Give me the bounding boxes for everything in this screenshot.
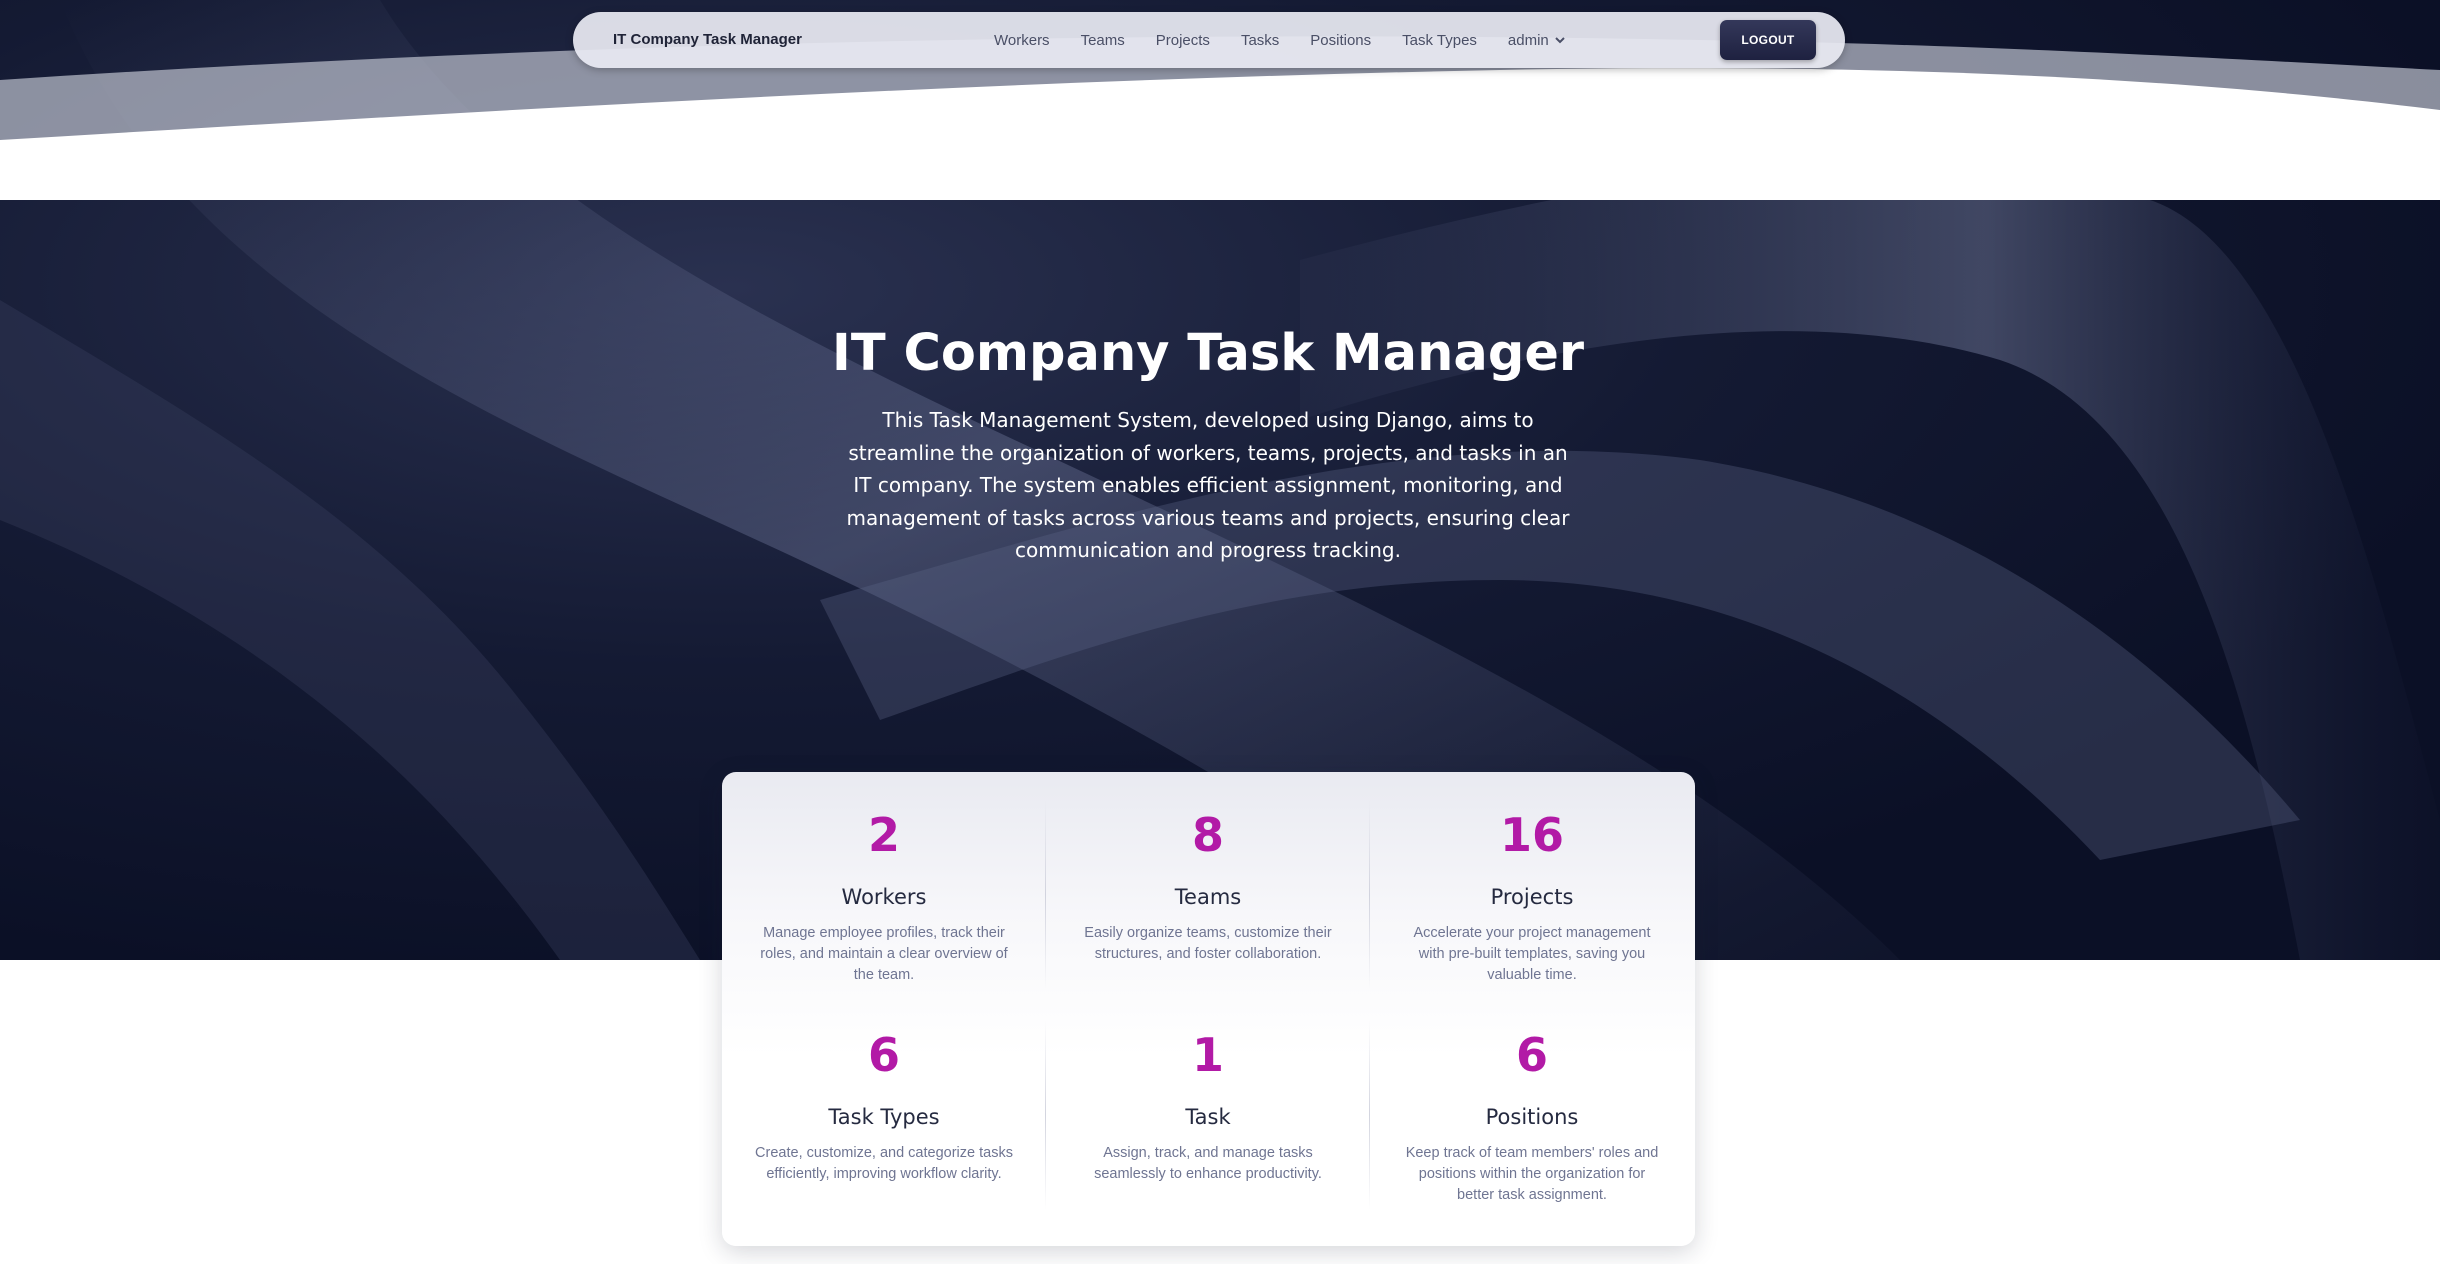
nav-link-tasks[interactable]: Tasks <box>1241 32 1279 49</box>
stat-value: 8 <box>1191 808 1224 862</box>
nav-link-teams[interactable]: Teams <box>1081 32 1125 49</box>
chevron-down-icon <box>1555 36 1565 43</box>
stat-teams: 8 Teams Easily organize teams, customize… <box>1046 812 1370 965</box>
user-menu-label: admin <box>1507 31 1549 49</box>
stat-workers: 2 Workers Manage employee profiles, trac… <box>722 812 1046 986</box>
stat-label: Task Types <box>828 1105 940 1129</box>
stat-description: Create, customize, and categorize tasks … <box>755 1145 1013 1182</box>
stat-description: Accelerate your project management with … <box>1413 925 1651 983</box>
stat-value: 16 <box>1499 808 1564 862</box>
stat-value: 2 <box>867 808 900 862</box>
stat-label: Positions <box>1485 1105 1579 1129</box>
nav-links: Workers Teams Projects Tasks Positions T… <box>994 12 1596 68</box>
stat-description: Assign, track, and manage tasks seamless… <box>1094 1145 1322 1182</box>
nav-link-projects[interactable]: Projects <box>1156 32 1210 49</box>
stat-description: Easily organize teams, customize their s… <box>1084 925 1332 962</box>
nav-link-workers[interactable]: Workers <box>994 32 1050 49</box>
hero-title: IT Company Task Manager <box>831 324 1585 383</box>
stat-value: 6 <box>1515 1028 1548 1082</box>
stat-label: Task <box>1185 1105 1231 1129</box>
stat-value: 6 <box>867 1028 900 1082</box>
nav-link-positions[interactable]: Positions <box>1310 32 1371 49</box>
stat-task: 1 Task Assign, track, and manage tasks s… <box>1046 1032 1370 1185</box>
logout-button[interactable]: LOGOUT <box>1720 20 1816 60</box>
stat-label: Projects <box>1490 885 1574 909</box>
stat-positions: 6 Positions Keep track of team members' … <box>1370 1032 1694 1206</box>
stat-value: 1 <box>1191 1028 1224 1082</box>
stat-label: Teams <box>1174 885 1242 909</box>
stat-projects: 16 Projects Accelerate your project mana… <box>1370 812 1694 986</box>
stat-label: Workers <box>841 885 927 909</box>
stats-card: 2 Workers Manage employee profiles, trac… <box>722 772 1695 1246</box>
stat-task-types: 6 Task Types Create, customize, and cate… <box>722 1032 1046 1185</box>
stat-description: Keep track of team members' roles and po… <box>1405 1145 1659 1203</box>
user-menu-dropdown[interactable]: admin <box>1508 32 1565 49</box>
brand-title[interactable]: IT Company Task Manager <box>613 12 802 68</box>
hero-description: This Task Management System, developed u… <box>846 408 1570 562</box>
top-navbar: IT Company Task Manager Workers Teams Pr… <box>573 12 1845 68</box>
stat-description: Manage employee profiles, track their ro… <box>760 925 1008 983</box>
nav-link-task-types[interactable]: Task Types <box>1402 32 1477 49</box>
